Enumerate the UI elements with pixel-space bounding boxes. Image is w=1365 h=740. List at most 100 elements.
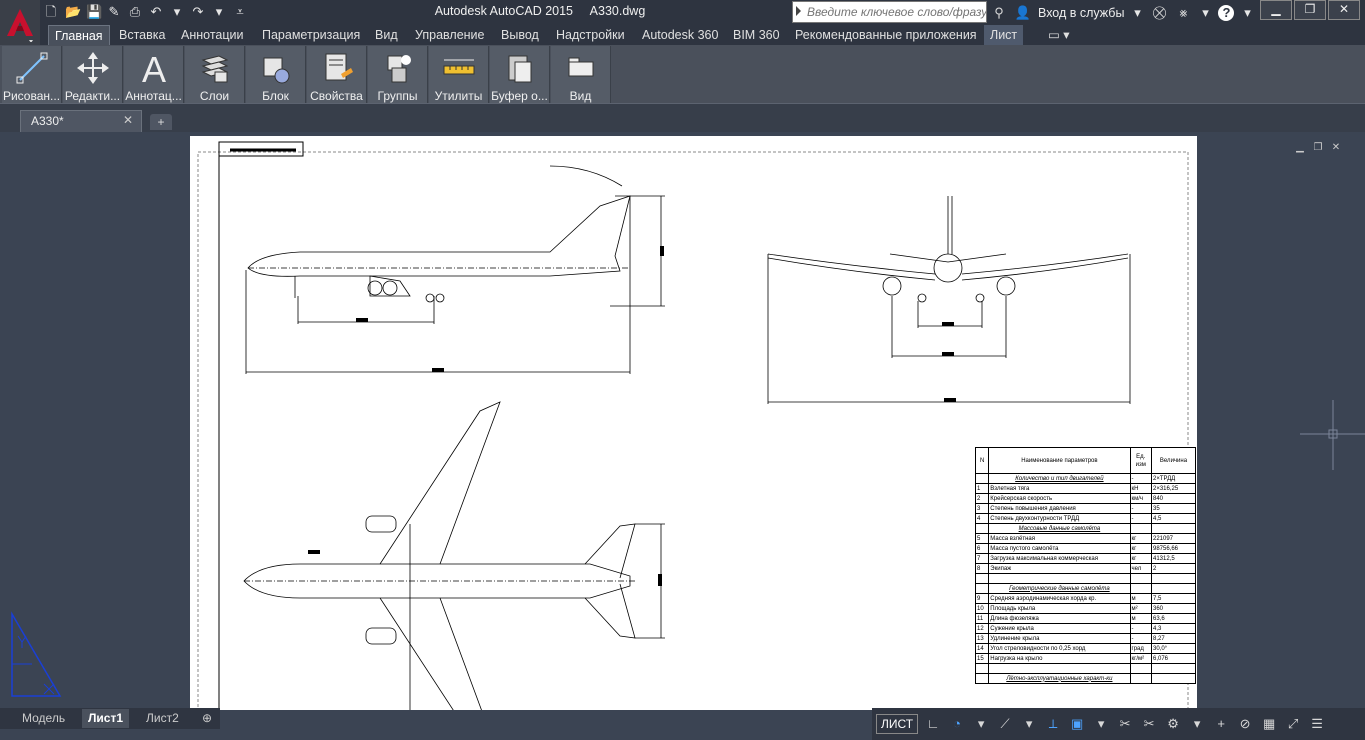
signin-button[interactable]: Вход в службы: [1038, 6, 1124, 20]
block-panel-button[interactable]: Блок: [246, 46, 306, 103]
tab-layout1[interactable]: Лист1: [82, 709, 130, 728]
search-input[interactable]: [793, 2, 986, 22]
tab-annotate[interactable]: Аннотации: [175, 25, 249, 45]
tab-autodesk360[interactable]: Autodesk 360: [636, 25, 724, 45]
block-panel-label: Блок: [262, 89, 289, 103]
cell-name: Загрузка максимальная коммерческая: [988, 553, 1131, 564]
cell-value: 221097: [1150, 533, 1197, 544]
new-tab-icon[interactable]: +: [150, 114, 172, 130]
undo-icon[interactable]: ↶: [149, 5, 163, 19]
plus-icon[interactable]: +: [1212, 715, 1230, 733]
cell-value: 98756,66: [1150, 543, 1197, 554]
annotation-panel-button[interactable]: A Аннотац...: [124, 46, 184, 103]
chevron-down-icon[interactable]: ▾: [972, 715, 990, 733]
viewport-controls: ▁ ❐ ✕: [1294, 143, 1342, 153]
cart-icon[interactable]: ⛒: [1150, 4, 1168, 22]
customize-icon[interactable]: ⩡: [233, 5, 247, 19]
user-icon: 👤: [1014, 5, 1032, 20]
measure-icon: [443, 59, 474, 75]
chevron-down-icon[interactable]: ▾: [1240, 6, 1254, 20]
cell-n: 15: [974, 653, 990, 664]
saveas-icon[interactable]: ✎: [107, 5, 121, 19]
exchange-icon[interactable]: ⨳: [1174, 4, 1192, 22]
cell-n: 8: [974, 563, 990, 574]
modify-panel-button[interactable]: Редакти...: [63, 46, 123, 103]
cell-n: 14: [974, 643, 990, 654]
text-icon: A: [141, 50, 165, 86]
tab-view[interactable]: Вид: [369, 25, 404, 45]
cell-unit: град: [1129, 643, 1152, 654]
table-row: 3 Степень повышения давления -35: [974, 503, 1197, 514]
cell-name: Средняя аэродинамическая хорда кр.: [988, 593, 1131, 604]
application-menu-button[interactable]: [0, 0, 40, 48]
osnap-icon[interactable]: ⟋: [996, 715, 1014, 733]
tab-parametric[interactable]: Параметризация: [256, 25, 366, 45]
chevron-down-icon[interactable]: ▾: [1130, 6, 1144, 20]
layers-panel-button[interactable]: Слои: [185, 46, 245, 103]
minimize-icon[interactable]: ▁: [1260, 0, 1292, 20]
add-layout-icon[interactable]: ⊕: [196, 709, 218, 728]
gear-icon[interactable]: ⚙: [1164, 715, 1182, 733]
redo-dropdown-icon[interactable]: ▾: [212, 5, 226, 19]
file-tab-a330[interactable]: A330* ✕: [20, 110, 142, 132]
close-icon[interactable]: ✕: [1330, 143, 1342, 153]
ortho-icon[interactable]: ∟: [924, 715, 942, 733]
cell-value: 41312,5: [1150, 553, 1197, 564]
cell-value: 30,0°: [1150, 643, 1197, 654]
chevron-down-icon[interactable]: ▾: [1020, 715, 1038, 733]
close-icon[interactable]: ✕: [123, 113, 133, 127]
draw-panel-button[interactable]: Рисован...: [2, 46, 62, 103]
annotation-scale-icon[interactable]: ✂: [1116, 715, 1134, 733]
help-icon[interactable]: ?: [1218, 5, 1235, 21]
isolate-icon[interactable]: ⊘: [1236, 715, 1254, 733]
polar-icon[interactable]: ◔: [948, 715, 966, 733]
space-toggle-button[interactable]: ЛИСТ: [876, 714, 919, 734]
save-icon[interactable]: 💾: [86, 5, 102, 19]
chevron-down-icon[interactable]: ▾: [1188, 715, 1206, 733]
clean-screen-icon[interactable]: ⤢: [1284, 715, 1302, 733]
tab-home[interactable]: Главная: [48, 25, 110, 45]
view-panel-button[interactable]: Вид: [551, 46, 611, 103]
tab-layout2[interactable]: Лист2: [140, 709, 185, 728]
cell-name: Длина фюзеляжа: [988, 613, 1131, 624]
cell-n: 12: [974, 623, 990, 634]
undo-dropdown-icon[interactable]: ▾: [170, 5, 184, 19]
cell-n: 5: [974, 533, 990, 544]
tab-layout[interactable]: Лист: [984, 25, 1024, 45]
ribbon-minimize-icon[interactable]: ▭ ▾: [1042, 25, 1076, 45]
tab-manage[interactable]: Управление: [409, 25, 491, 45]
redo-icon[interactable]: ↷: [191, 5, 205, 19]
cell-value: 2×ТРДД: [1150, 473, 1197, 484]
tab-output[interactable]: Вывод: [495, 25, 545, 45]
lineweight-icon[interactable]: ⟂: [1044, 715, 1062, 733]
annotation-visibility-icon[interactable]: ✂: [1140, 715, 1158, 733]
new-icon[interactable]: 🗋: [44, 5, 58, 19]
close-icon[interactable]: ✕: [1328, 0, 1360, 20]
tab-insert[interactable]: Вставка: [113, 25, 171, 45]
chevron-down-icon[interactable]: ▾: [1198, 6, 1212, 20]
hardware-accel-icon[interactable]: ▦: [1260, 715, 1278, 733]
properties-panel-button[interactable]: Свойства: [307, 46, 367, 103]
clipboard-panel-button[interactable]: Буфер о...: [490, 46, 550, 103]
selection-cycling-icon[interactable]: ▣: [1068, 715, 1086, 733]
open-icon[interactable]: 📂: [65, 5, 81, 19]
groups-panel-label: Группы: [377, 89, 418, 103]
utilities-panel-button[interactable]: Утилиты: [429, 46, 489, 103]
restore-icon[interactable]: ❐: [1294, 0, 1326, 20]
cell-unit: -: [1129, 513, 1152, 524]
search-expand-icon[interactable]: [796, 6, 801, 16]
cell-n: 6: [974, 543, 990, 554]
cell-n: 1: [974, 483, 990, 494]
restore-icon[interactable]: ❐: [1312, 143, 1324, 153]
menu-icon[interactable]: ☰: [1308, 715, 1326, 733]
tab-addins[interactable]: Надстройки: [550, 25, 631, 45]
cell-unit: -: [1129, 633, 1152, 644]
binoculars-icon[interactable]: ⚲: [990, 4, 1008, 22]
tab-model[interactable]: Модель: [16, 709, 71, 728]
minimize-icon[interactable]: ▁: [1294, 143, 1306, 153]
print-icon[interactable]: ⎙: [128, 5, 142, 19]
groups-panel-button[interactable]: Группы: [368, 46, 428, 103]
tab-bim360[interactable]: BIM 360: [727, 25, 786, 45]
tab-featured-apps[interactable]: Рекомендованные приложения: [789, 25, 983, 45]
chevron-down-icon[interactable]: ▾: [1092, 715, 1110, 733]
